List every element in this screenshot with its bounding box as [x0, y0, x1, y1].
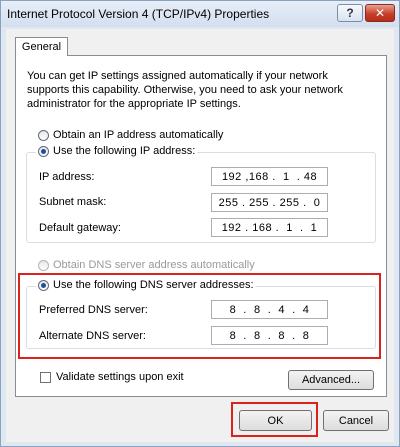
- preferred-dns-input[interactable]: 8 . 8 . 4 . 4: [211, 300, 328, 319]
- dialog-client-area: General You can get IP settings assigned…: [6, 29, 394, 442]
- tab-general[interactable]: General: [15, 37, 68, 56]
- radio-button-circle[interactable]: [38, 145, 49, 157]
- radio-use-following-dns[interactable]: Use the following DNS server addresses:: [36, 279, 256, 291]
- radio-obtain-dns-auto[interactable]: Obtain DNS server address automatically: [38, 259, 255, 271]
- default-gateway-input[interactable]: 192 . 168 . 1 . 1: [211, 218, 328, 237]
- title-bar: Internet Protocol Version 4 (TCP/IPv4) P…: [1, 1, 399, 27]
- subnet-mask-input[interactable]: 255 . 255 . 255 . 0: [211, 193, 328, 212]
- checkbox-box[interactable]: [40, 371, 51, 383]
- radio-obtain-ip-auto-label: Obtain an IP address automatically: [53, 129, 224, 141]
- radio-use-following-ip-label: Use the following IP address:: [53, 145, 196, 157]
- radio-use-following-ip[interactable]: Use the following IP address:: [36, 145, 198, 157]
- radio-use-following-dns-label: Use the following DNS server addresses:: [53, 279, 254, 291]
- alternate-dns-label: Alternate DNS server:: [39, 330, 146, 342]
- help-icon: ?: [346, 6, 354, 20]
- properties-dialog: Internet Protocol Version 4 (TCP/IPv4) P…: [0, 0, 400, 447]
- advanced-button[interactable]: Advanced...: [288, 370, 374, 390]
- help-button[interactable]: ?: [337, 4, 363, 22]
- ip-address-label: IP address:: [39, 171, 95, 183]
- radio-button-circle[interactable]: [38, 279, 49, 291]
- window-title: Internet Protocol Version 4 (TCP/IPv4) P…: [7, 7, 270, 21]
- validate-settings-checkbox[interactable]: Validate settings upon exit: [40, 371, 184, 383]
- tab-general-label: General: [21, 41, 62, 53]
- validate-settings-label: Validate settings upon exit: [56, 371, 184, 383]
- radio-obtain-dns-auto-label: Obtain DNS server address automatically: [53, 259, 255, 271]
- ok-button-label: OK: [267, 414, 284, 427]
- subnet-mask-label: Subnet mask:: [39, 196, 107, 208]
- cancel-button[interactable]: Cancel: [323, 410, 389, 431]
- alternate-dns-input[interactable]: 8 . 8 . 8 . 8: [211, 326, 328, 345]
- ok-button[interactable]: OK: [239, 410, 312, 431]
- radio-button-circle[interactable]: [38, 129, 49, 141]
- ip-address-input[interactable]: 192 ,168 . 1 . 48: [211, 167, 328, 186]
- description-text: You can get IP settings assigned automat…: [27, 70, 343, 110]
- advanced-button-label: Advanced...: [301, 374, 361, 386]
- radio-button-circle[interactable]: [38, 259, 49, 271]
- default-gateway-label: Default gateway:: [39, 222, 121, 234]
- preferred-dns-label: Preferred DNS server:: [39, 304, 148, 316]
- cancel-button-label: Cancel: [338, 414, 374, 427]
- close-button[interactable]: ✕: [365, 4, 395, 22]
- radio-obtain-ip-auto[interactable]: Obtain an IP address automatically: [38, 129, 223, 141]
- close-icon: ✕: [374, 6, 386, 20]
